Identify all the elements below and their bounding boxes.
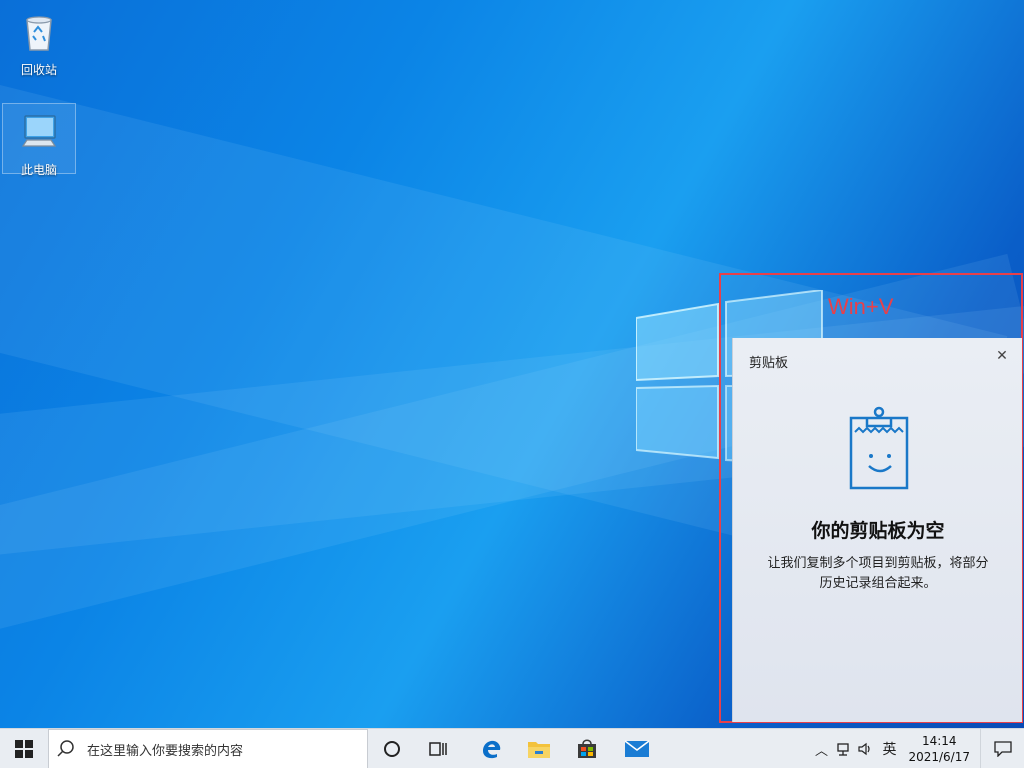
store-icon [578,739,596,758]
search-placeholder: 在这里输入你要搜索的内容 [87,743,244,759]
network-icon[interactable] [832,729,854,768]
chevron-up-icon[interactable]: ︿ [810,729,832,768]
windows-start-icon [15,740,33,758]
computer-icon [21,115,57,147]
search-icon [57,740,74,757]
edge-button[interactable] [470,729,512,768]
mail-button[interactable] [616,729,658,768]
task-view-button[interactable] [418,729,458,768]
hotkey-annotation: Win+V [828,294,894,319]
close-icon[interactable]: ✕ [992,346,1012,366]
cortana-icon [384,741,400,757]
system-tray: ︿ 英 14:14 2021/6/17 [810,729,1024,768]
task-view-icon [429,742,447,756]
desktop-icon-recycle-bin[interactable]: 回收站 [2,4,76,78]
description-line: 历史记录组合起来。 [819,576,937,591]
clock[interactable]: 14:14 2021/6/17 [908,733,970,765]
edge-icon [483,740,501,759]
clock-time: 14:14 [921,734,957,748]
clipboard-title: 剪贴板 [749,356,789,371]
start-button[interactable] [0,729,48,768]
notification-center-button[interactable] [980,729,1024,768]
desktop-icon-label: 回收站 [20,63,57,77]
recycle-bin-icon [26,16,52,51]
clipboard-empty-description: 让我们复制多个项目到剪贴板，将部分 历史记录组合起来。 [747,554,1009,594]
file-explorer-button[interactable] [518,729,560,768]
description-line: 让我们复制多个项目到剪贴板，将部分 [767,556,989,571]
taskbar: 在这里输入你要搜索的内容 ︿ 英 14:14 2021/6/17 [0,728,1024,768]
clock-date: 2021/6/17 [908,750,970,764]
taskbar-search-box[interactable]: 在这里输入你要搜索的内容 [48,729,368,768]
store-button[interactable] [566,729,608,768]
desktop-icon-label: 此电脑 [20,163,57,177]
desktop-icon-this-pc[interactable]: 此电脑 [2,103,76,177]
mail-icon [625,740,649,757]
file-explorer-icon [528,742,550,758]
notification-icon [993,741,1012,757]
volume-icon[interactable] [854,729,876,768]
ime-indicator[interactable]: 英 [876,729,902,768]
clipboard-panel: 剪贴板 ✕ 你的剪贴板为空 让我们复制多个项目到剪贴板，将部分 历史记录组合起来… [732,338,1022,722]
empty-clipboard-icon [849,406,909,490]
clipboard-empty-heading: 你的剪贴板为空 [811,520,945,542]
cortana-button[interactable] [372,729,412,768]
